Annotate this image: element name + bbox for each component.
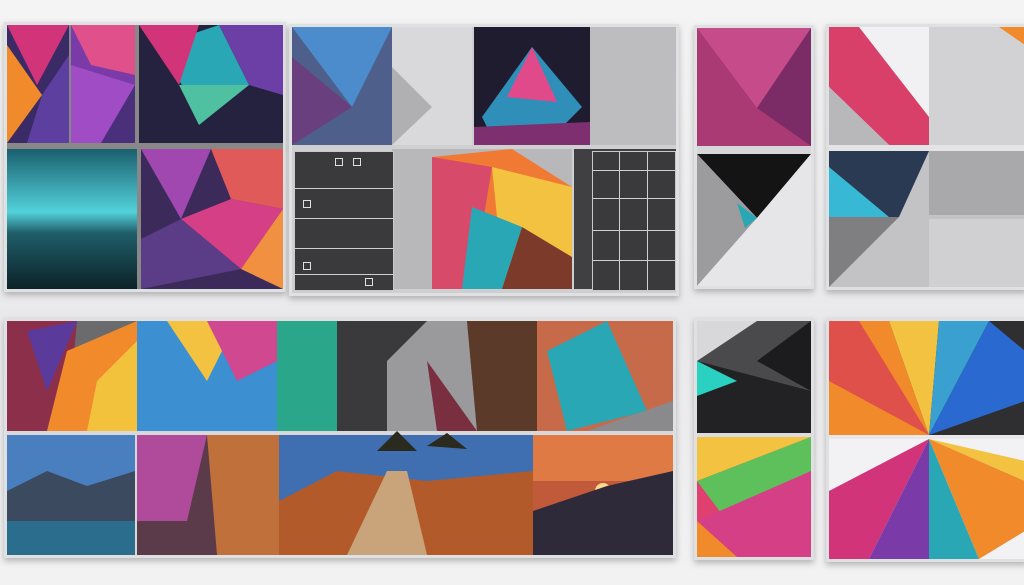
square-icon <box>335 158 343 166</box>
panel-bottom-wide <box>4 318 676 558</box>
artwork-tile <box>71 25 135 143</box>
interface-mockup <box>294 151 394 291</box>
square-icon <box>365 278 373 286</box>
square-icon <box>353 158 361 166</box>
grid-mockup <box>592 151 676 291</box>
square-icon <box>303 262 311 270</box>
panel-top-right-a <box>694 25 814 289</box>
panel-top-center <box>289 24 679 296</box>
artwork-tile <box>141 149 283 289</box>
panel-bottom-right-b <box>826 318 1024 562</box>
artwork-tile <box>7 25 69 143</box>
panel-top-right-b <box>826 24 1024 290</box>
square-icon <box>303 200 311 208</box>
panel-top-left <box>4 22 286 292</box>
panel-bottom-right-a <box>694 318 814 560</box>
artwork-tile <box>7 149 137 289</box>
artwork-tile <box>139 25 283 143</box>
